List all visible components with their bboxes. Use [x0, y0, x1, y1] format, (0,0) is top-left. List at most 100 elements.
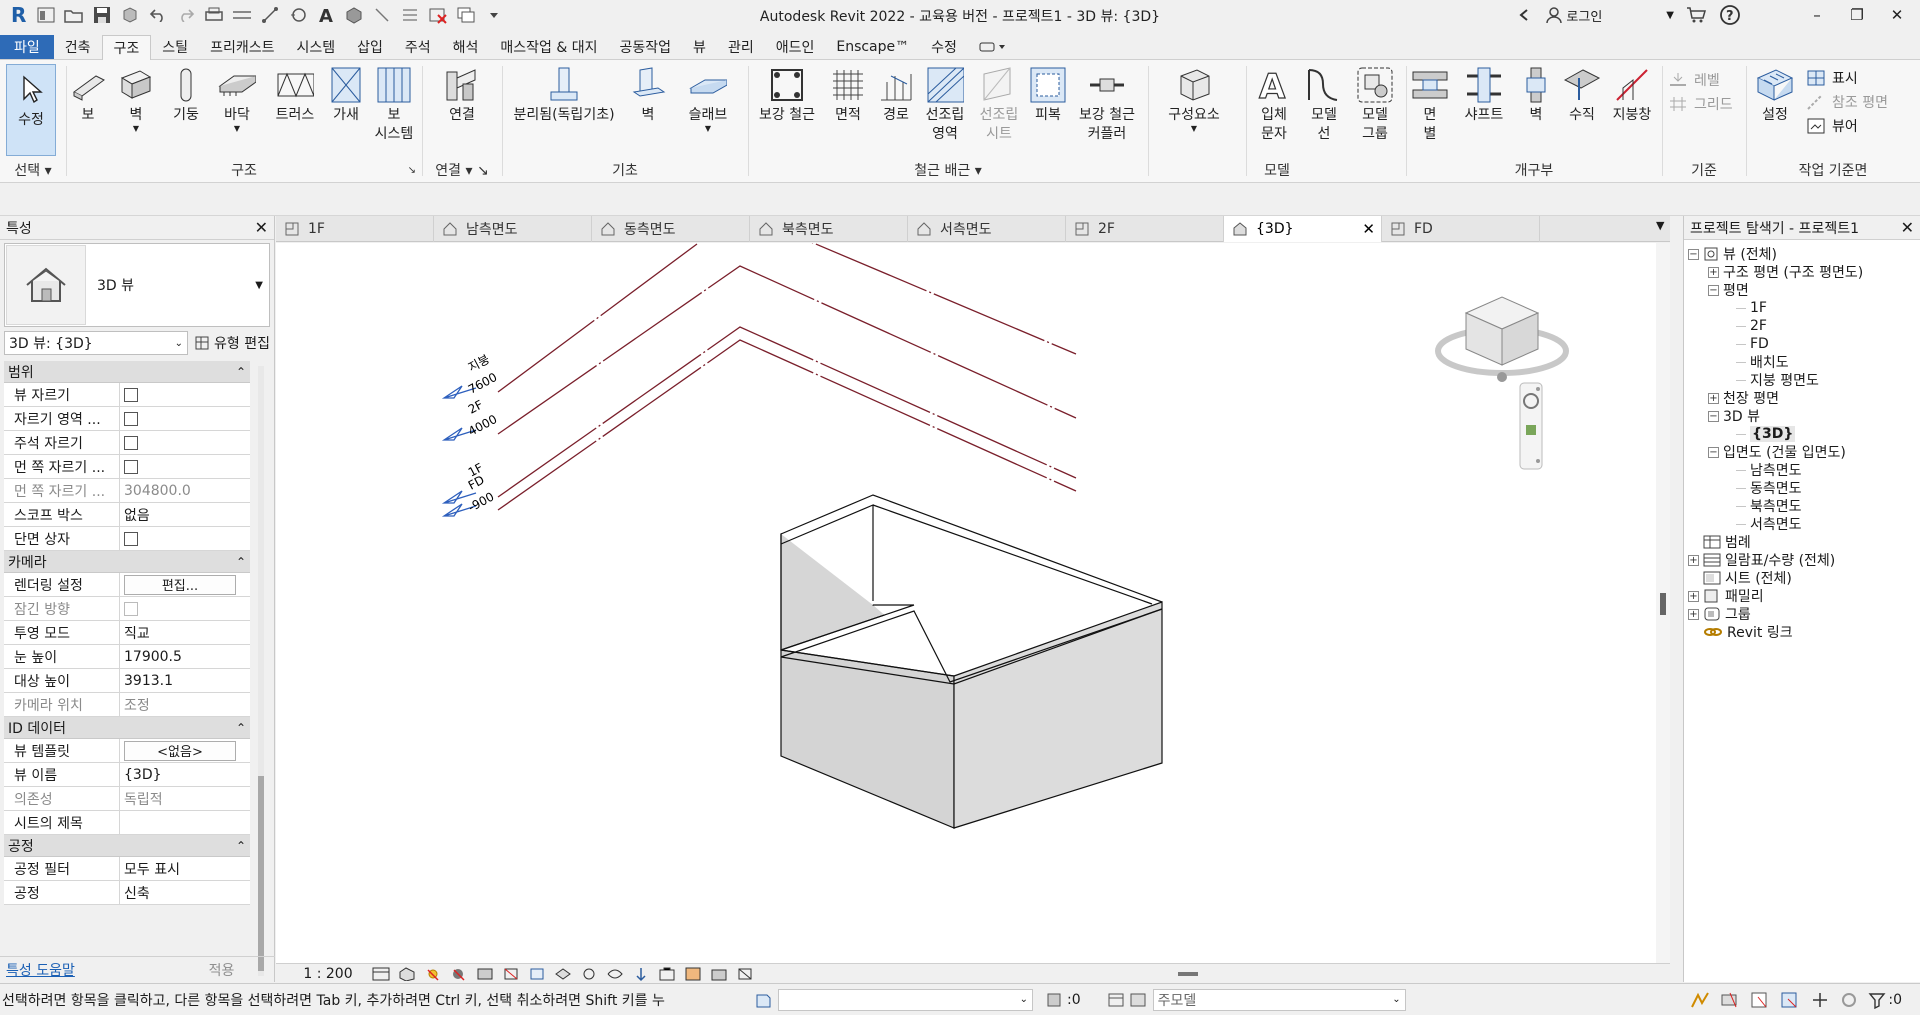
- collapse-icon[interactable]: −: [1708, 284, 1719, 296]
- type-selector[interactable]: 3D 뷰 ▼: [4, 243, 270, 327]
- property-value[interactable]: [120, 527, 250, 550]
- tab-1[interactable]: 건축: [54, 35, 102, 59]
- model-group-button[interactable]: 모델 그룹: [1350, 66, 1400, 144]
- model-text-button[interactable]: A 입체 문자: [1252, 66, 1296, 144]
- redo-icon[interactable]: [174, 3, 198, 27]
- close-hidden-views-icon[interactable]: [426, 3, 450, 27]
- reveal-constraints-icon[interactable]: [732, 965, 758, 983]
- level-button[interactable]: 레벨: [1668, 70, 1720, 90]
- path-reinforcement-button[interactable]: 경로: [876, 66, 916, 125]
- edit-type-button[interactable]: 유형 편집: [194, 333, 270, 353]
- select-by-face-icon[interactable]: [1780, 991, 1800, 1009]
- tab-14[interactable]: Enscape™: [825, 35, 920, 59]
- revit-logo-icon[interactable]: R: [6, 3, 30, 27]
- tab-12[interactable]: 관리: [717, 35, 765, 59]
- browser-node[interactable]: {3D}: [1736, 424, 1796, 444]
- property-value[interactable]: 신축: [120, 881, 250, 904]
- section-header[interactable]: ID 데이터 ⌃: [4, 717, 250, 739]
- design-options-icon[interactable]: [1107, 991, 1125, 1009]
- level-line[interactable]: [497, 339, 1077, 511]
- level-line[interactable]: [497, 265, 1077, 435]
- browser-node[interactable]: 시트 (전체): [1688, 568, 1792, 588]
- close-tab-icon[interactable]: ✕: [1362, 220, 1375, 238]
- property-value[interactable]: {3D}: [120, 763, 250, 786]
- view-tab-4[interactable]: 서측면도: [908, 216, 1066, 242]
- tab-13[interactable]: 애드인: [765, 35, 826, 59]
- beam-system-button[interactable]: 보 시스템: [372, 66, 416, 144]
- browser-node[interactable]: 지붕 평면도: [1736, 370, 1819, 390]
- cart-icon[interactable]: [1684, 3, 1708, 27]
- expand-icon[interactable]: +: [1688, 590, 1699, 602]
- navigation-bar[interactable]: [1519, 382, 1543, 470]
- building-model[interactable]: [780, 494, 1163, 829]
- slab-foundation-button[interactable]: 슬래브 ▼: [682, 66, 734, 133]
- show-work-plane-button[interactable]: 표시: [1806, 68, 1858, 88]
- properties-help-link[interactable]: 특성 도움말: [6, 960, 75, 980]
- opening-by-face-button[interactable]: 면별: [1408, 66, 1452, 144]
- lock-view-icon[interactable]: [550, 965, 576, 983]
- undo-icon[interactable]: [146, 3, 170, 27]
- browser-node[interactable]: FD: [1736, 334, 1769, 354]
- canvas-scrollbar[interactable]: [1656, 243, 1670, 963]
- browser-node[interactable]: Revit 링크: [1688, 622, 1793, 642]
- property-value[interactable]: [120, 811, 250, 834]
- property-button[interactable]: <없음>: [124, 740, 236, 761]
- browser-node[interactable]: 1F: [1736, 298, 1767, 318]
- cover-button[interactable]: 피복: [1028, 66, 1068, 125]
- tab-10[interactable]: 공동작업: [609, 35, 683, 59]
- level-line[interactable]: [497, 243, 1077, 393]
- grid-button[interactable]: 그리드: [1668, 94, 1733, 114]
- ref-plane-button[interactable]: 참조 평면: [1806, 92, 1888, 112]
- temporary-properties-icon[interactable]: [628, 965, 654, 983]
- browser-node[interactable]: 서측면도: [1736, 514, 1802, 534]
- tab-7[interactable]: 주석: [394, 35, 442, 59]
- property-value[interactable]: 17900.5: [120, 645, 250, 668]
- highlight-displacement-icon[interactable]: [706, 965, 732, 983]
- crop-region-icon[interactable]: [524, 965, 550, 983]
- section-header[interactable]: 카메라 ⌃: [4, 551, 250, 573]
- collapse-icon[interactable]: ⌃: [236, 721, 246, 735]
- vertical-opening-button[interactable]: 수직: [1560, 66, 1604, 125]
- open-icon[interactable]: [62, 3, 86, 27]
- properties-scrollbar[interactable]: [258, 366, 264, 976]
- wall-opening-button[interactable]: 벽: [1516, 66, 1556, 125]
- browser-node[interactable]: + 천장 평면: [1708, 388, 1779, 408]
- worksharing-icon[interactable]: [654, 965, 680, 983]
- restore-button[interactable]: ❐: [1842, 0, 1872, 30]
- tab-4[interactable]: 프리캐스트: [199, 35, 285, 59]
- login-button[interactable]: 로그인 ▼: [1546, 6, 1674, 25]
- browser-node[interactable]: 남측면도: [1736, 460, 1802, 480]
- property-value[interactable]: [120, 383, 250, 406]
- connection-button[interactable]: 연결: [432, 66, 492, 125]
- select-links-icon[interactable]: [1690, 991, 1710, 1009]
- collapse-icon[interactable]: −: [1708, 446, 1719, 458]
- infocenter-arrow-icon[interactable]: [1512, 3, 1536, 27]
- browser-node[interactable]: 배치도: [1736, 352, 1789, 372]
- structural-wall-button[interactable]: 벽 ▼: [116, 66, 156, 133]
- expand-icon[interactable]: +: [1688, 608, 1699, 620]
- panel-launcher-icon[interactable]: ↘: [408, 160, 416, 182]
- tab-15[interactable]: 수정: [920, 35, 968, 59]
- aligned-dimension-icon[interactable]: [258, 3, 282, 27]
- tab-list-dropdown-icon[interactable]: ▼: [1656, 219, 1664, 232]
- select-pinned-icon[interactable]: [1750, 991, 1770, 1009]
- sync-icon[interactable]: [118, 3, 142, 27]
- thin-lines-icon[interactable]: [398, 3, 422, 27]
- view-tab-0[interactable]: 1F: [276, 216, 434, 242]
- scrollbar-thumb[interactable]: [258, 776, 264, 971]
- section-header[interactable]: 범위 ⌃: [4, 361, 250, 383]
- drag-elements-icon[interactable]: [1810, 991, 1830, 1009]
- close-button[interactable]: ✕: [1882, 0, 1912, 30]
- measure-icon[interactable]: [230, 3, 254, 27]
- temporary-hide-icon[interactable]: [576, 965, 602, 983]
- component-button[interactable]: 구성요소 ▼: [1154, 66, 1234, 133]
- rebar-panel-label[interactable]: 철근 배근 ▾: [748, 160, 1148, 182]
- viewcube[interactable]: [1435, 296, 1569, 382]
- browser-node[interactable]: − 뷰 (전체): [1688, 244, 1777, 264]
- visual-style-icon[interactable]: [394, 965, 420, 983]
- shadows-icon[interactable]: [446, 965, 472, 983]
- rebar-coupler-button[interactable]: 보강 철근 커플러: [1072, 66, 1142, 144]
- level-line[interactable]: [497, 326, 1077, 498]
- browser-node[interactable]: − 입면도 (건물 입면도): [1708, 442, 1846, 462]
- view-tab-1[interactable]: 남측면도: [434, 216, 592, 242]
